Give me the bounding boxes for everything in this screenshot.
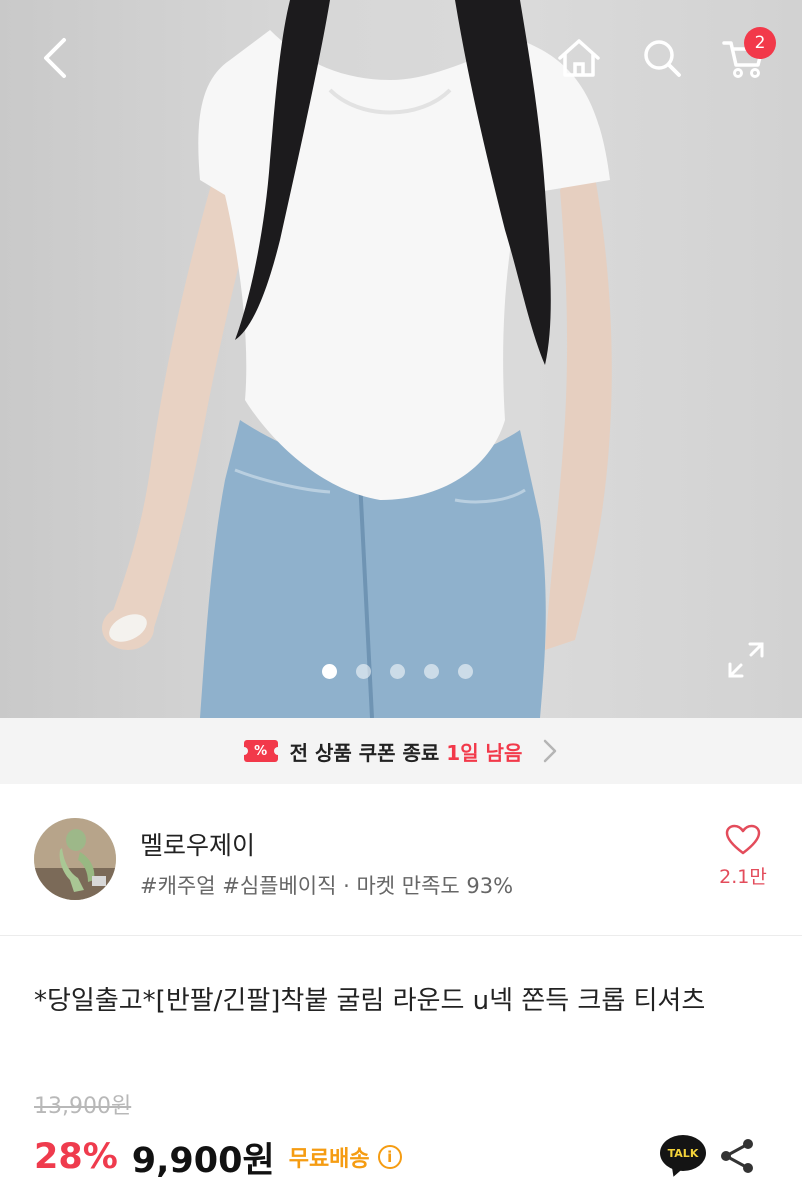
coupon-icon: % [239,740,282,762]
seller-avatar[interactable] [34,818,116,900]
like-button[interactable]: 2.1만 [712,824,774,889]
expand-button[interactable] [722,636,770,684]
coupon-text: 전 상품 쿠폰 종료 1일 남음 [290,737,523,766]
coupon-remaining: 1일 남음 [446,740,523,765]
like-count: 2.1만 [719,866,767,888]
product-title: *당일출고*[반팔/긴팔]착붙 굴림 라운드 u넥 쫀득 크롭 티셔츠 [34,986,706,1016]
info-icon[interactable]: i [377,1145,402,1169]
original-price: 13,900원 [34,1094,132,1119]
share-button[interactable] [718,1136,758,1176]
gallery-dot[interactable] [356,664,371,679]
price-row: 28% 9,900원 무료배송 i [34,1132,402,1182]
sale-price: 9,900원 [131,1140,275,1181]
back-button[interactable] [28,30,84,86]
home-button[interactable] [551,30,607,86]
talk-icon: TALK [660,1135,706,1171]
gallery-dot[interactable] [458,664,473,679]
kakao-talk-button[interactable]: TALK [660,1135,708,1177]
coupon-message: 전 상품 쿠폰 종료 [289,740,440,765]
cart-count-badge: 2 [744,27,776,59]
search-icon [644,40,681,77]
seller-tags: #캐주얼 #심플베이직 · 마켓 만족도 93% [140,874,514,898]
gallery-dot[interactable] [322,664,337,679]
discount-rate: 28% [34,1137,118,1177]
heart-icon [725,824,761,855]
chevron-left-icon [44,38,66,78]
product-image-gallery[interactable]: 2 [0,0,802,718]
share-icon [721,1139,753,1173]
gallery-pagination [322,664,473,679]
coupon-banner[interactable]: % 전 상품 쿠폰 종료 1일 남음 [0,718,802,784]
avatar-image [34,818,116,900]
coupon-content: % 전 상품 쿠폰 종료 1일 남음 [239,737,559,766]
top-nav-bar: 2 [0,0,802,118]
shipping-badge: 무료배송 [288,1147,370,1172]
gallery-dot[interactable] [390,664,405,679]
expand-icon [728,642,764,678]
search-button[interactable] [634,30,690,86]
seller-name[interactable]: 멜로우제이 [140,826,255,862]
home-icon [558,39,600,77]
seller-section: 멜로우제이 #캐주얼 #심플베이직 · 마켓 만족도 93% 2.1만 [0,784,802,936]
chevron-right-icon [544,739,557,763]
gallery-dot[interactable] [424,664,439,679]
